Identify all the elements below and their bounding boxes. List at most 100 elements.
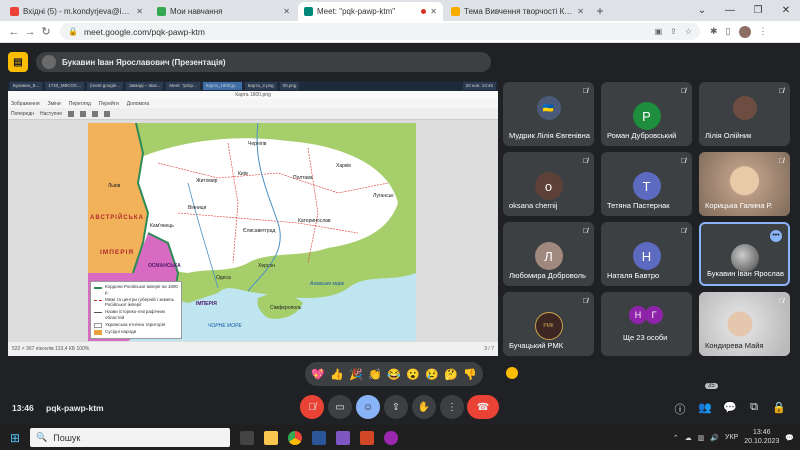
reaction-laugh[interactable]: 😂	[387, 368, 401, 381]
browser-tab-strip: Вхідні (5) - m.kondyrjeva@ippo ✕ Мои нав…	[0, 0, 800, 21]
extensions-icon[interactable]: ✱	[710, 26, 718, 37]
viewer-status: 522 × 367 пікселів 133,4 КБ 100% 3 / 7	[8, 342, 498, 356]
skin-tone-picker[interactable]	[506, 367, 518, 379]
close-icon[interactable]: ✕	[430, 7, 437, 16]
participant-tile[interactable]: 🇺🇦 🎙̸ Мудрик Лілія Євгенівна	[503, 82, 594, 146]
participant-tile[interactable]: 🎙̸ Лілія Олійник	[699, 82, 790, 146]
onedrive-icon[interactable]	[336, 430, 350, 445]
file-explorer-icon[interactable]	[264, 430, 278, 445]
new-tab-button[interactable]: +	[592, 2, 608, 21]
more-participants-tile[interactable]: Н Г Ще 23 особи	[601, 292, 692, 356]
reaction-party[interactable]: 🎉	[349, 368, 363, 381]
volume-icon[interactable]: 🔊	[710, 434, 719, 442]
star-icon[interactable]: ☆	[685, 27, 692, 36]
participant-tile[interactable]: Р 🎙̸ Роман Дубровський	[601, 82, 692, 146]
system-tray: ⌃ ☁ ▥ 🔊 УКР 13:46 20.10.2023 💬	[673, 425, 794, 450]
avatar: Г	[645, 306, 663, 324]
lock-icon[interactable]: 🔒	[68, 27, 78, 36]
chat-icon[interactable]: 💬	[722, 401, 738, 414]
map-city: Вінниця	[188, 205, 207, 211]
messenger-icon[interactable]	[384, 430, 398, 445]
system-clock[interactable]: 13:46 20.10.2023	[744, 429, 779, 446]
chevron-up-icon[interactable]: ⌃	[673, 434, 679, 442]
camera-icon[interactable]: ▣	[655, 27, 663, 36]
windows-start-icon[interactable]: ⊞	[0, 431, 30, 445]
browser-tab-learning[interactable]: Мои навчання ✕	[151, 2, 296, 21]
reaction-thumbs-up[interactable]: 👍	[330, 368, 344, 381]
more-options-button[interactable]: ⋮	[440, 395, 464, 419]
maximize-button[interactable]: ❐	[744, 0, 772, 21]
word-icon[interactable]	[312, 430, 326, 445]
participant-tile[interactable]: Н 🎙̸ Наталя Бавтро	[601, 222, 692, 286]
participant-tile[interactable]: Т 🎙̸ Тетяна Пастернак	[601, 152, 692, 216]
browser-tab-meet[interactable]: Meet: "pqk-pawp-ktm" ✕	[298, 2, 443, 21]
legend-text: Межі та центри губерній і земель Російсь…	[105, 296, 175, 308]
mic-button[interactable]: 🎙̸	[300, 395, 324, 419]
taskbar-search[interactable]: 🔍 Пошук	[30, 428, 230, 447]
browser-tab-topic[interactable]: Тема Вивчення творчості Котл ✕	[445, 2, 590, 21]
reaction-sad[interactable]: 😢	[425, 368, 439, 381]
keyboard-language[interactable]: УКР	[725, 434, 738, 441]
menu-icon[interactable]: ⋮	[759, 26, 768, 37]
reactions-button[interactable]: ☺	[356, 395, 380, 419]
participant-tile-presenter[interactable]: ••• Букавин Іван Ярослав	[699, 222, 790, 286]
viewer-toolbar: Попередн Наступне	[8, 108, 498, 120]
more-options-icon[interactable]: •••	[770, 230, 782, 242]
sidebar-icon[interactable]: ▯	[726, 26, 731, 37]
participant-tile[interactable]: о 🎙̸ oksana chernij	[503, 152, 594, 216]
task-view-icon[interactable]	[240, 430, 254, 445]
shared-taskbar-item: Букавин_Б...	[10, 82, 43, 90]
meeting-code: pqk-pawp-ktm	[46, 403, 104, 413]
chevron-down-icon[interactable]: ⌄	[688, 0, 716, 21]
info-icon[interactable]: ⓘ	[672, 401, 688, 417]
reactions-bar: 💖 👍 🎉 👏 😂 😮 😢 🤔 👎	[305, 362, 483, 386]
back-icon[interactable]: ←	[6, 26, 22, 38]
reaction-thinking[interactable]: 🤔	[444, 368, 458, 381]
chrome-icon[interactable]	[288, 430, 302, 445]
notifications-icon[interactable]: 💬	[785, 434, 794, 442]
minimize-button[interactable]: —	[716, 0, 744, 21]
viewer-menu-item: Зображення	[11, 100, 40, 107]
close-window-button[interactable]: ✕	[772, 0, 800, 21]
participant-name: oksana chernij	[509, 201, 558, 210]
profile-avatar[interactable]	[738, 25, 751, 38]
search-placeholder: Пошук	[53, 432, 81, 443]
close-icon[interactable]: ✕	[136, 7, 143, 16]
present-icon[interactable]: ▤	[8, 52, 28, 72]
cloud-icon[interactable]: ☁	[685, 434, 692, 442]
avatar: Р	[632, 102, 661, 130]
browser-tab-gmail[interactable]: Вхідні (5) - m.kondyrjeva@ippo ✕	[4, 2, 149, 21]
activities-icon[interactable]: ⧉	[746, 401, 762, 414]
raise-hand-button[interactable]: ✋	[412, 395, 436, 419]
historical-map: АВСТРІЙСЬКА ІМПЕРІЯ ОСМАНСЬКА ІМПЕРІЯ ЧО…	[88, 123, 416, 341]
address-bar[interactable]: 🔒 meet.google.com/pqk-pawp-ktm ▣ ⇪ ☆	[60, 23, 700, 40]
reaction-thumbs-down[interactable]: 👎	[463, 368, 477, 381]
participant-tile[interactable]: Л 🎙̸ Любомира Доброволь	[503, 222, 594, 286]
camera-button[interactable]: ▭	[328, 395, 352, 419]
lock-icon[interactable]: 🔒	[771, 401, 787, 414]
tab-label: Вхідні (5) - m.kondyrjeva@ippo	[23, 7, 133, 16]
reaction-surprised[interactable]: 😮	[406, 368, 420, 381]
legend-text: Кордони Російської імперії на 1800 р.	[105, 283, 178, 295]
network-icon[interactable]: ▥	[698, 434, 705, 442]
close-icon[interactable]: ✕	[577, 7, 584, 16]
participant-tile[interactable]: 🎙̸ Кондирева Майя	[699, 292, 790, 356]
present-button[interactable]: ⇪	[384, 395, 408, 419]
close-icon[interactable]: ✕	[283, 7, 290, 16]
participant-tile[interactable]: 🎙̸ Корицька Галина Р.	[699, 152, 790, 216]
powerpoint-icon[interactable]	[360, 430, 374, 445]
clock-date: 20.10.2023	[744, 437, 780, 445]
viewer-menu-item: Допомога	[126, 100, 150, 107]
map-city: Чернігів	[248, 141, 267, 147]
map-label-ottoman-empire: ІМПЕРІЯ	[196, 301, 217, 307]
reaction-clap[interactable]: 👏	[368, 368, 382, 381]
share-icon[interactable]: ⇪	[670, 27, 677, 36]
participant-tile[interactable]: РМК 🎙̸ Бучацький РМК	[503, 292, 594, 356]
meet-icon	[304, 7, 313, 16]
people-icon[interactable]: 👥	[697, 401, 713, 414]
tab-label: Мои навчання	[170, 7, 223, 16]
forward-icon[interactable]: →	[22, 26, 38, 38]
reload-icon[interactable]: ↻	[38, 25, 54, 38]
reaction-heart[interactable]: 💖	[311, 368, 325, 381]
leave-call-button[interactable]: ☎	[467, 395, 499, 419]
